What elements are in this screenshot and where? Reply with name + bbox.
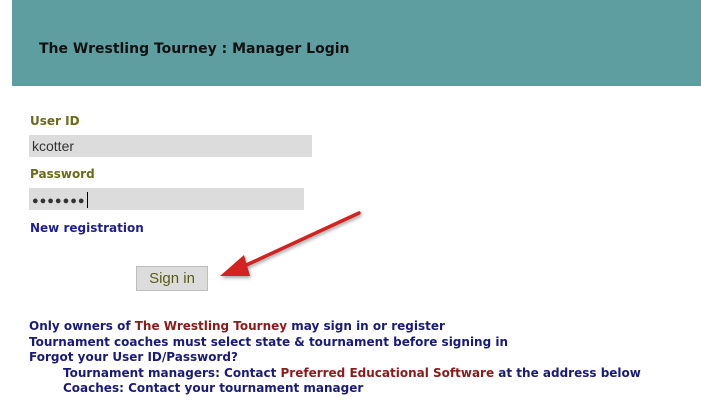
login-notes: Only owners of The Wrestling Tourney may… — [29, 319, 641, 397]
note-contact-manager: Coaches: Contact your tournament manager — [63, 381, 364, 395]
note-coaches: Tournament coaches must select state & t… — [29, 334, 509, 349]
note-forgot: Forgot your User ID/Password? — [29, 350, 238, 364]
note-owners: Only owners of The Wrestling Tourney may… — [29, 319, 445, 333]
note-managers: Tournament managers: Contact Preferred E… — [63, 365, 641, 380]
